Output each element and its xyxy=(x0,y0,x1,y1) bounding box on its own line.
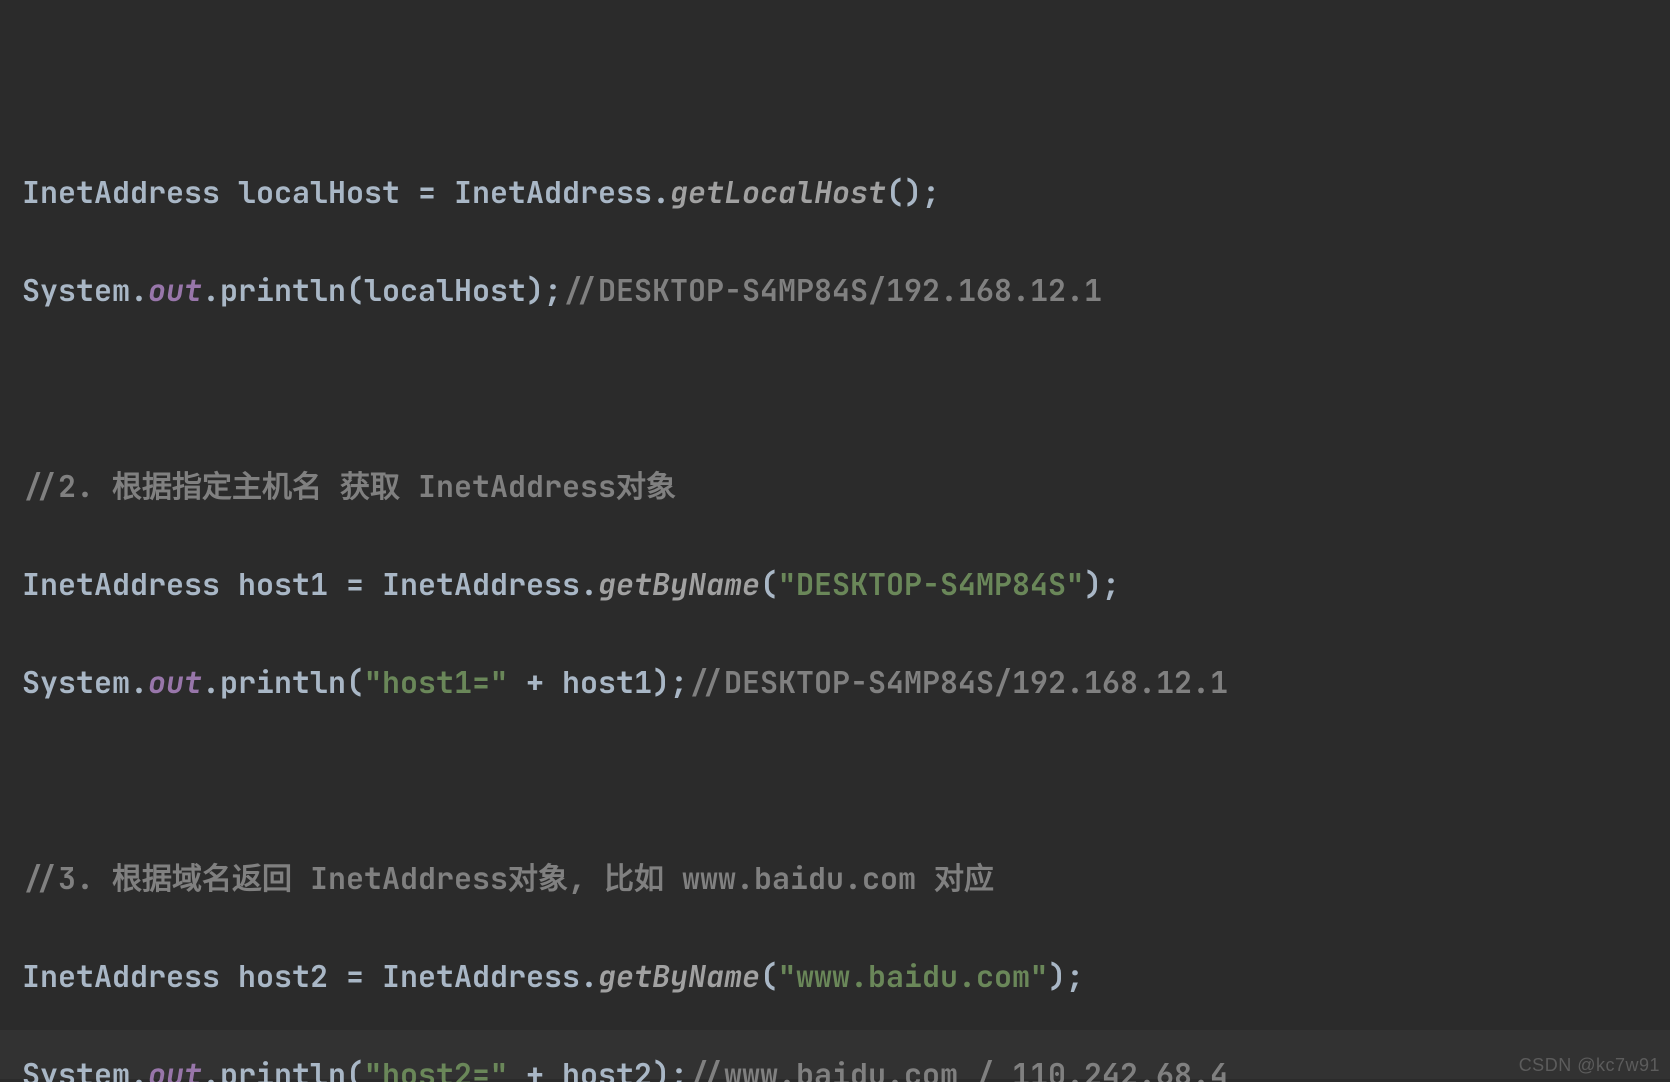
code-string: "host1=" xyxy=(364,662,508,702)
code-token: .println(localHost); xyxy=(202,270,562,310)
code-comment: //DESKTOP-S4MP84S/192.168.12.1 xyxy=(562,270,1102,310)
code-token: .println( xyxy=(202,1054,364,1082)
code-token: out xyxy=(148,662,202,702)
code-token: System. xyxy=(22,1054,148,1082)
code-string: "host2=" xyxy=(364,1054,508,1082)
code-token: + host2); xyxy=(508,1054,688,1082)
code-string: "DESKTOP-S4MP84S" xyxy=(778,564,1084,604)
code-token: ); xyxy=(1048,956,1084,996)
code-line: InetAddress host1 = InetAddress.getByNam… xyxy=(22,560,1648,609)
code-token: System. xyxy=(22,270,148,310)
code-token: ( xyxy=(760,564,778,604)
code-token: + host1); xyxy=(508,662,688,702)
blank-line xyxy=(22,756,1648,805)
code-token: getByName xyxy=(598,564,760,604)
code-token: InetAddress localHost = InetAddress. xyxy=(22,172,670,212)
code-token: getLocalHost xyxy=(670,172,886,212)
code-token: ( xyxy=(760,956,778,996)
code-line: //2. 根据指定主机名 获取 InetAddress对象 xyxy=(22,462,1648,511)
code-comment: //DESKTOP-S4MP84S/192.168.12.1 xyxy=(688,662,1228,702)
code-line: System.out.println(localHost);//DESKTOP-… xyxy=(22,266,1648,315)
code-token: InetAddress host2 = InetAddress. xyxy=(22,956,598,996)
code-token: ); xyxy=(1084,564,1120,604)
code-token: InetAddress host1 = InetAddress. xyxy=(22,564,598,604)
code-comment: //3. 根据域名返回 InetAddress对象, 比如 www.baidu.… xyxy=(22,858,994,898)
code-line: InetAddress localHost = InetAddress.getL… xyxy=(22,168,1648,217)
code-line: //3. 根据域名返回 InetAddress对象, 比如 www.baidu.… xyxy=(22,854,1648,903)
code-comment: //2. 根据指定主机名 获取 InetAddress对象 xyxy=(22,466,676,506)
blank-line xyxy=(22,364,1648,413)
code-comment: //www.baidu.com / 110.242.68.4 xyxy=(688,1054,1228,1082)
code-line: System.out.println("host2=" + host2);//w… xyxy=(22,1050,1648,1082)
code-string: "www.baidu.com" xyxy=(778,956,1048,996)
code-token: out xyxy=(148,270,202,310)
code-token: getByName xyxy=(598,956,760,996)
code-token: System. xyxy=(22,662,148,702)
csdn-watermark: CSDN @kc7w91 xyxy=(1519,1055,1660,1076)
code-line: InetAddress host2 = InetAddress.getByNam… xyxy=(22,952,1648,1001)
code-line: System.out.println("host1=" + host1);//D… xyxy=(22,658,1648,707)
code-token: .println( xyxy=(202,662,364,702)
code-token: (); xyxy=(886,172,940,212)
code-token: out xyxy=(148,1054,202,1082)
code-editor[interactable]: InetAddress localHost = InetAddress.getL… xyxy=(0,0,1670,1082)
